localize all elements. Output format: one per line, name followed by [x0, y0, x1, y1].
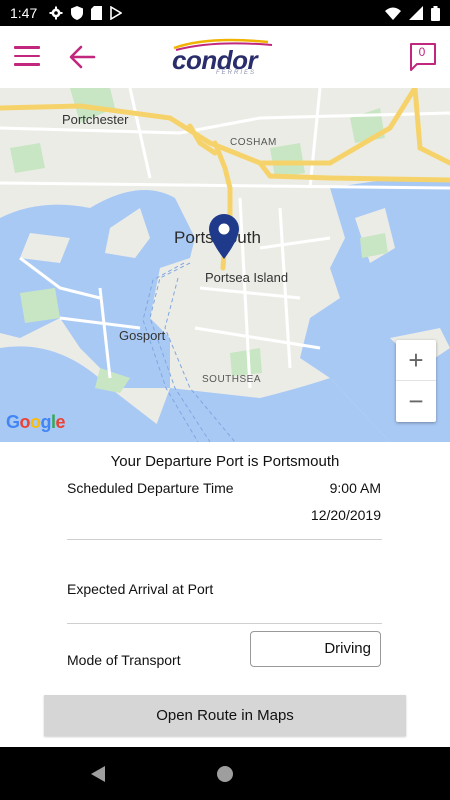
map-label-gosport: Gosport — [119, 328, 166, 343]
map-label-portchester: Portchester — [62, 112, 129, 127]
zoom-out-button[interactable]: − — [396, 381, 436, 422]
google-logo: Google — [6, 412, 66, 432]
system-nav-bar — [0, 747, 450, 800]
transport-mode-select[interactable]: Driving — [250, 631, 381, 667]
back-arrow-icon[interactable] — [68, 44, 96, 70]
battery-icon — [431, 5, 440, 21]
zoom-in-button[interactable]: + — [396, 340, 436, 381]
divider — [67, 539, 382, 540]
map-label-cosham: COSHAM — [230, 137, 277, 148]
chat-count-badge: 0 — [418, 45, 426, 59]
scheduled-departure-label: Scheduled Departure Time — [67, 480, 234, 496]
departure-port-title: Your Departure Port is Portsmouth — [110, 453, 340, 470]
nav-home-icon[interactable] — [216, 765, 234, 783]
shield-icon — [71, 6, 84, 20]
app-screen: 1:47 condor FERRIES 0 Portchester COSHAM… — [0, 0, 450, 800]
settings-icon — [49, 6, 63, 20]
scheduled-departure-time: 9:00 AM — [329, 480, 381, 496]
play-store-icon — [110, 6, 123, 20]
zoom-controls: + − — [396, 340, 436, 422]
mode-of-transport-label: Mode of Transport — [67, 652, 181, 668]
sd-card-icon — [91, 6, 103, 20]
chat-button[interactable]: 0 — [408, 42, 438, 72]
departure-details: Your Departure Port is Portsmouth Schedu… — [0, 442, 450, 747]
condor-logo: condor FERRIES — [168, 38, 284, 78]
map-background — [0, 88, 450, 442]
app-header: condor FERRIES 0 — [0, 26, 450, 88]
divider — [67, 623, 382, 624]
map-label-portsea-island: Portsea Island — [205, 270, 289, 285]
menu-icon[interactable] — [14, 46, 40, 68]
logo-subtext: FERRIES — [216, 70, 257, 76]
status-bar: 1:47 — [0, 0, 450, 26]
signal-icon — [409, 6, 423, 20]
map-view[interactable]: Portchester COSHAM Portsmouth Portsea Is… — [0, 88, 450, 442]
status-time: 1:47 — [10, 5, 38, 21]
nav-back-icon[interactable] — [90, 766, 106, 782]
scheduled-departure-date: 12/20/2019 — [310, 507, 381, 523]
expected-arrival-label: Expected Arrival at Port — [67, 581, 214, 597]
location-pin-icon[interactable] — [207, 212, 241, 260]
wifi-icon — [385, 7, 401, 20]
open-route-in-maps-button[interactable]: Open Route in Maps — [44, 695, 406, 736]
map-label-southsea: SOUTHSEA — [202, 374, 262, 385]
